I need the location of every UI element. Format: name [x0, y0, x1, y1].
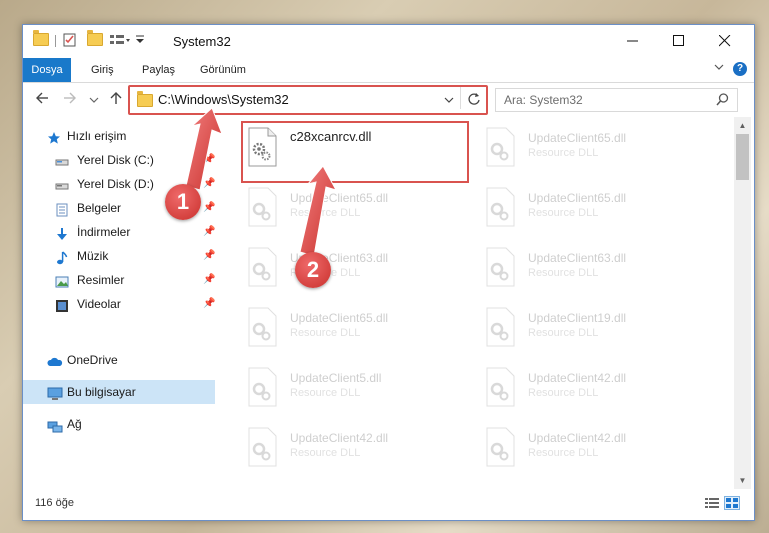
arrow-two: [299, 165, 338, 257]
annotation-arrows: [185, 107, 338, 257]
callout-two: 2: [295, 252, 331, 288]
arrow-one: [185, 107, 223, 191]
callout-one: 1: [165, 184, 201, 220]
